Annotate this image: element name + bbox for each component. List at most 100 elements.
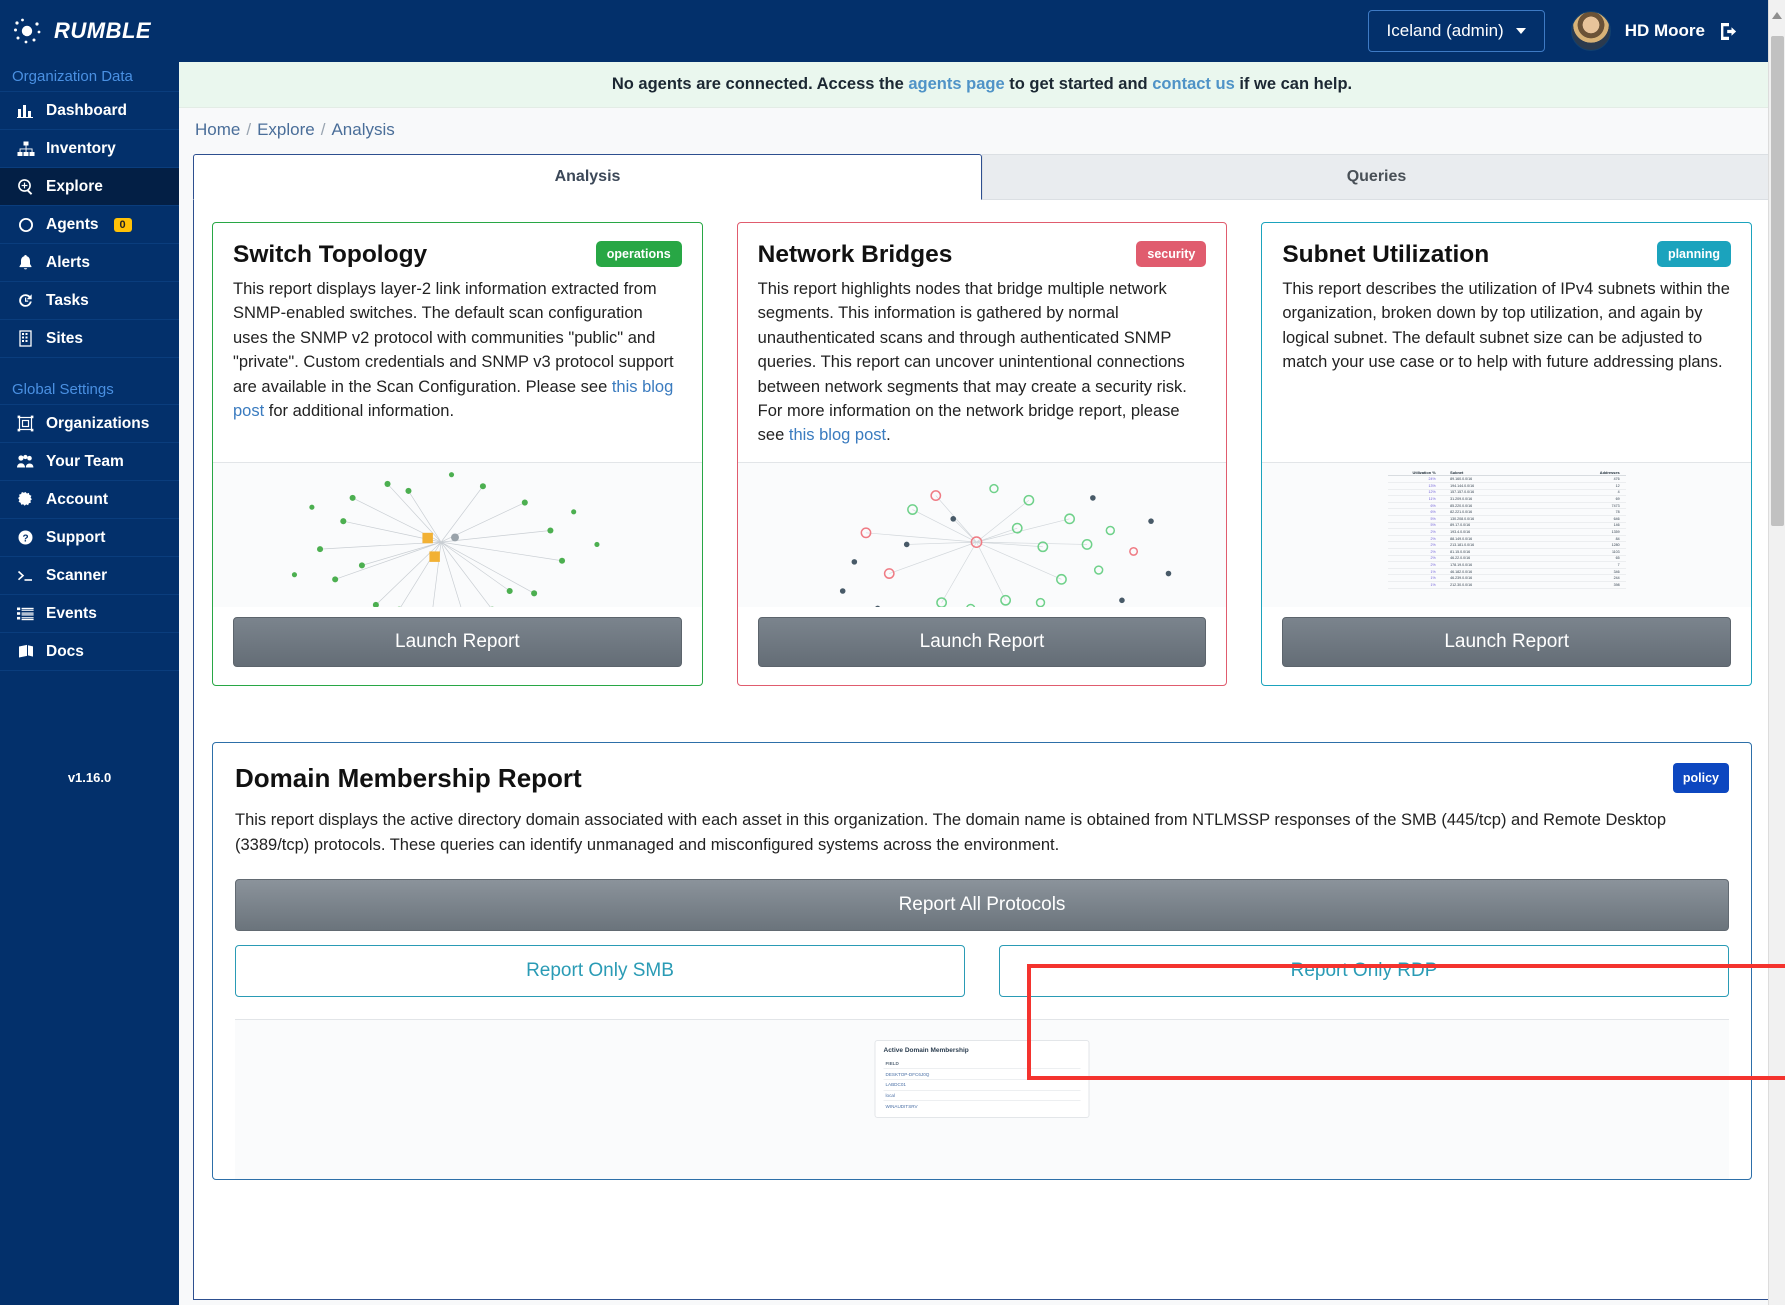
scroll-up-arrow-icon[interactable] [1772,12,1782,19]
breadcrumb-home[interactable]: Home [195,120,240,139]
sidebar-item-dashboard[interactable]: Dashboard [0,91,179,129]
tab-analysis[interactable]: Analysis [193,154,982,200]
table-row: 2%193.4.0.0/161359 [1388,529,1626,536]
table-cell: 213.181.0.0/16 [1440,543,1545,547]
question-circle-icon: ? [16,528,35,547]
card-header: Switch Topology operations [213,223,702,269]
table-cell: 88.149.0.0/16 [1440,537,1545,541]
banner-text-3: if we can help. [1235,75,1352,93]
table-cell: 1% [1394,576,1436,580]
sitemap-icon [16,139,35,158]
card-title: Switch Topology [233,241,427,269]
network-star-graph-thumbnail [213,462,702,607]
terminal-icon [16,566,35,585]
sidebar-item-sites[interactable]: Sites [0,319,179,357]
sign-out-icon[interactable] [1719,22,1739,41]
card-description: This report displays layer-2 link inform… [213,269,702,462]
sidebar-item-events[interactable]: Events [0,594,179,632]
gear-icon [16,490,35,509]
sidebar-item-label: Events [46,605,97,623]
sidebar-divider-bottom [0,670,179,688]
table-cell: 244 [1550,576,1620,580]
table-row: 1%46.182.0.0/16346 [1388,569,1626,576]
sidebar-section-organization-data: Organization Data [0,62,179,91]
table-row: 2%46.22.0.0/1665 [1388,556,1626,563]
report-only-smb-button[interactable]: Report Only SMB [235,945,965,997]
sidebar-item-organizations[interactable]: Organizations [0,404,179,442]
table-cell: 46.22.0.0/16 [1440,556,1545,560]
table-row: 6%82.221.0.0/1678 [1388,509,1626,516]
report-only-rdp-button[interactable]: Report Only RDP [999,945,1729,997]
table-cell: 12 [1550,484,1620,488]
sidebar-item-label: Agents [46,216,99,234]
table-cell: 398 [1550,583,1620,587]
table-cell: 130.208.0.0/16 [1440,517,1545,521]
banner-text-2: to get started and [1005,75,1153,93]
sidebar-item-label: Organizations [46,415,149,433]
table-cell: 69 [1550,497,1620,501]
sidebar-item-label: Docs [46,643,84,661]
table-cell: 12% [1394,490,1436,494]
sidebar-item-alerts[interactable]: Alerts [0,243,179,281]
sidebar-item-label: Inventory [46,140,116,158]
card-title: Network Bridges [758,241,953,269]
user-area[interactable]: HD Moore [1571,11,1739,51]
sidebar-item-account[interactable]: Account [0,480,179,518]
card-description-text: This report highlights nodes that bridge… [758,280,1187,444]
table-cell: 6% [1394,504,1436,508]
page-scrollbar[interactable] [1768,0,1785,1305]
brand-header[interactable]: RUMBLE [0,0,179,62]
table-cell: 1359 [1550,530,1620,534]
launch-report-button[interactable]: Launch Report [233,617,682,667]
report-cards-row: Switch Topology operations This report d… [212,222,1752,686]
tab-queries[interactable]: Queries [982,154,1771,200]
sidebar-item-explore[interactable]: Explore [0,167,179,205]
table-row: 5%130.208.0.0/16646 [1388,516,1626,523]
user-name: HD Moore [1625,21,1705,41]
organization-selector[interactable]: Iceland (admin) [1368,10,1545,52]
sidebar-item-label: Support [46,529,105,547]
mini-table-header-cell: Subnet [1440,470,1545,475]
table-cell: 85.220.0.0/16 [1440,504,1545,508]
table-cell: 146 [1550,523,1620,527]
tab-bar: Analysis Queries [179,154,1785,200]
agents-page-link[interactable]: agents page [908,75,1004,93]
analysis-panel: Switch Topology operations This report d… [193,200,1771,1300]
breadcrumb-analysis[interactable]: Analysis [331,120,394,139]
sidebar-item-your-team[interactable]: Your Team [0,442,179,480]
table-cell: 2% [1394,543,1436,547]
table-row: 1%46.239.0.0/16244 [1388,575,1626,582]
table-row: 13%194.144.0.0/1612 [1388,483,1626,490]
status-badge: operations [596,241,682,267]
contact-us-link[interactable]: contact us [1152,75,1235,93]
table-cell: 5% [1394,517,1436,521]
sidebar-item-scanner[interactable]: Scanner [0,556,179,594]
sidebar-item-agents[interactable]: Agents 0 [0,205,179,243]
sidebar-item-docs[interactable]: Docs [0,632,179,670]
sidebar-item-inventory[interactable]: Inventory [0,129,179,167]
card-blog-link[interactable]: this blog post [789,426,886,444]
sidebar-item-label: Explore [46,178,103,196]
launch-report-button[interactable]: Launch Report [758,617,1207,667]
table-row: 2%178.19.0.0/167 [1388,562,1626,569]
history-icon [16,291,35,310]
scrollbar-thumb[interactable] [1771,36,1784,526]
table-row: 11%31.209.0.0/1669 [1388,496,1626,503]
table-cell: 2% [1394,563,1436,567]
breadcrumb: Home/Explore/Analysis [179,108,1785,148]
list-item: DESKTOP-DFC6J0Q [884,1068,1081,1079]
bell-icon [16,253,35,272]
table-cell: 1% [1394,583,1436,587]
breadcrumb-separator: / [321,120,326,139]
organizations-icon [16,414,35,433]
breadcrumb-explore[interactable]: Explore [257,120,315,139]
table-cell: 1280 [1550,543,1620,547]
report-all-protocols-button[interactable]: Report All Protocols [235,879,1729,931]
launch-report-button[interactable]: Launch Report [1282,617,1731,667]
report-card-subnet-utilization: Subnet Utilization planning This report … [1261,222,1752,686]
table-cell: 2% [1394,550,1436,554]
card-description: This report highlights nodes that bridge… [738,269,1227,462]
subnet-table-thumbnail: Utilization %SubnetAddresses24%89.160.0.… [1262,462,1751,607]
sidebar-item-support[interactable]: ? Support [0,518,179,556]
sidebar-item-tasks[interactable]: Tasks [0,281,179,319]
